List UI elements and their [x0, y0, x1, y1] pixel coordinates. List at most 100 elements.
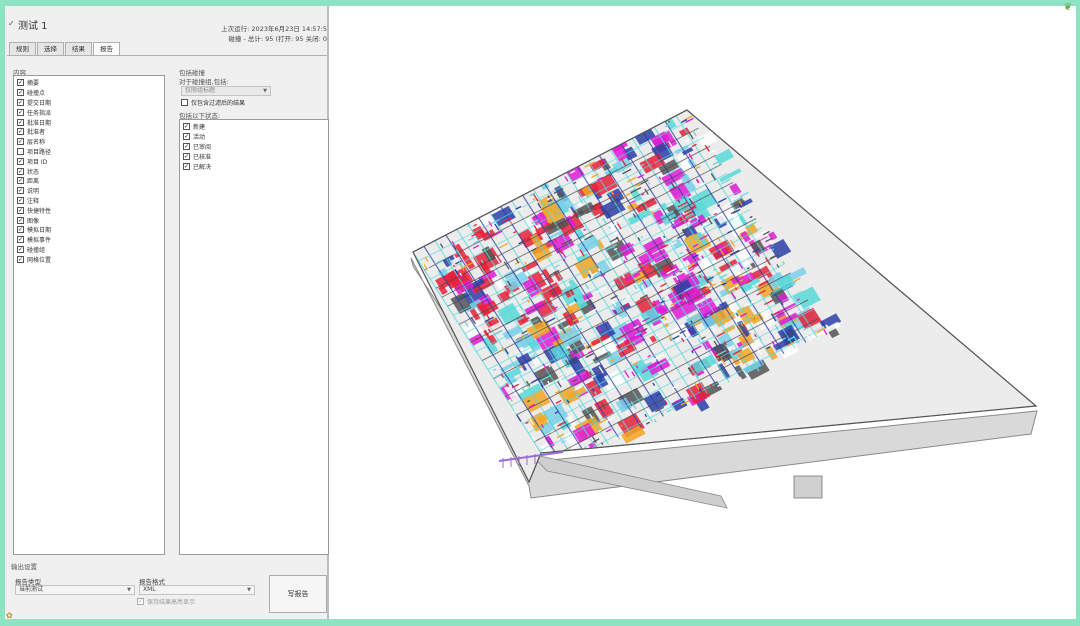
checkbox-row[interactable]: 项目路径: [17, 147, 51, 157]
checkbox-row[interactable]: ✓ 批准者: [17, 127, 51, 137]
checkbox[interactable]: [17, 147, 24, 155]
clash-group-dropdown[interactable]: 仅限组标题 ▼: [181, 86, 271, 96]
checkbox-row[interactable]: ✓ 模拟事件: [17, 235, 51, 245]
checkbox-row[interactable]: ✓ 摘要: [17, 78, 51, 88]
checkbox-row[interactable]: ✓ 提交日期: [17, 98, 51, 108]
checkbox-row[interactable]: ✓ 任务指派: [17, 107, 51, 117]
tab-report[interactable]: 报告: [93, 42, 120, 56]
checkbox[interactable]: ✓: [17, 98, 24, 106]
checkbox[interactable]: ✓: [17, 138, 24, 146]
checkbox[interactable]: ✓: [17, 226, 24, 234]
write-report-button[interactable]: 写报告: [269, 575, 327, 613]
tab-rules[interactable]: 规则: [9, 42, 36, 55]
checkbox[interactable]: ✓: [17, 79, 24, 87]
checkbox-row[interactable]: ✓ 图像: [17, 215, 51, 225]
checkbox-label: 碰撞组: [27, 246, 46, 254]
checkbox-label: 注释: [27, 197, 40, 205]
checkbox[interactable]: ✓: [183, 133, 190, 141]
checkbox[interactable]: ✓: [17, 196, 24, 204]
checkbox[interactable]: ✓: [17, 89, 24, 97]
chevron-down-icon: ▼: [263, 88, 267, 94]
model-element: [588, 206, 591, 209]
checkbox-row[interactable]: ✓ 快捷特性: [17, 205, 51, 215]
keep-highlight-checkbox[interactable]: ✓: [137, 598, 144, 605]
checkbox-label: 已核准: [193, 153, 212, 161]
model-element: [652, 304, 655, 307]
checkbox-label: 任务指派: [27, 109, 52, 117]
checkbox-label: 已审阅: [193, 143, 212, 151]
report-type-dropdown[interactable]: 当前测试 ▼: [15, 585, 135, 595]
screen-frame: ✓ 测试 1 上次运行: 2023年6月23日 14:57:5 碰撞 - 总计:…: [5, 6, 1076, 619]
checkbox-label: 项目路径: [27, 148, 52, 156]
collapse-chevron-icon[interactable]: ✓: [8, 19, 15, 28]
checkbox[interactable]: ✓: [17, 108, 24, 116]
checkbox-row[interactable]: ✓ 批准日期: [17, 117, 51, 127]
test-title: 测试 1: [18, 21, 48, 32]
checkbox[interactable]: ✓: [17, 128, 24, 136]
checkbox-row[interactable]: ✓ 层名称: [17, 137, 51, 147]
output-settings-label: 输出设置: [11, 563, 37, 571]
checkbox[interactable]: ✓: [17, 177, 24, 185]
model-element: [667, 120, 671, 123]
status-list[interactable]: ✓ 新建 ✓ 活动 ✓ 已审阅 ✓ 已核准 ✓ 已解决: [179, 119, 329, 555]
checkbox-row[interactable]: ✓ 注释: [17, 196, 51, 206]
checkbox-row[interactable]: ✓ 状态: [17, 166, 51, 176]
checkbox-label: 提交日期: [27, 99, 52, 107]
checkbox-row[interactable]: ✓ 活动: [183, 132, 211, 142]
tab-select[interactable]: 选择: [37, 42, 64, 55]
checkbox-row[interactable]: ✓ 网格位置: [17, 254, 51, 264]
model-viewport[interactable]: [331, 6, 1076, 619]
output-settings: 输出设置 报告类型 当前测试 ▼ 报告格式 XML ▼ ✓ 保持结果高亮显示 写…: [7, 559, 327, 617]
checkbox-row[interactable]: ✓ 新建: [183, 122, 211, 132]
checkbox[interactable]: ✓: [183, 142, 190, 150]
model-element: [511, 384, 514, 387]
checkbox[interactable]: ✓: [17, 255, 24, 263]
checkbox-row[interactable]: ✓ 项目 ID: [17, 156, 51, 166]
checkbox[interactable]: ✓: [183, 162, 190, 170]
checkbox[interactable]: ✓: [183, 152, 190, 160]
checkbox-label: 新建: [193, 124, 206, 132]
only-filtered-option[interactable]: 仅包含过滤后的结果: [181, 98, 245, 107]
checkbox-row[interactable]: ✓ 已核准: [183, 151, 211, 161]
checkbox-label: 活动: [193, 134, 206, 142]
checkbox[interactable]: ✓: [183, 123, 190, 131]
watermark-flower-icon: ✿: [6, 611, 13, 619]
checkbox-label: 模拟事件: [27, 237, 52, 245]
model-element: [609, 174, 612, 177]
checkbox[interactable]: ✓: [17, 167, 24, 175]
model-element: [620, 424, 623, 427]
tab-results[interactable]: 结果: [65, 42, 92, 55]
checkbox-row[interactable]: ✓ 碰撞组: [17, 245, 51, 255]
checkbox[interactable]: ✓: [17, 236, 24, 244]
checkbox-label: 说明: [27, 188, 40, 196]
checkbox[interactable]: ✓: [17, 245, 24, 253]
model-element: [538, 246, 541, 249]
model-element: [547, 346, 550, 350]
checkbox-row[interactable]: ✓ 说明: [17, 186, 51, 196]
checkbox-row[interactable]: ✓ 距离: [17, 176, 51, 186]
checkbox[interactable]: ✓: [17, 157, 24, 165]
report-format-dropdown[interactable]: XML ▼: [139, 585, 255, 595]
for-groups-label: 对于碰撞组,包括:: [179, 78, 229, 86]
checkbox-label: 项目 ID: [27, 158, 48, 166]
checkbox[interactable]: ✓: [17, 187, 24, 195]
checkbox-row[interactable]: ✓ 模拟日期: [17, 225, 51, 235]
chevron-down-icon: ▼: [247, 587, 251, 593]
checkbox-row[interactable]: ✓ 已审阅: [183, 142, 211, 152]
checkbox-label: 状态: [27, 168, 40, 176]
checkbox[interactable]: ✓: [17, 206, 24, 214]
only-filtered-checkbox[interactable]: [181, 99, 188, 106]
checkbox-row[interactable]: ✓ 碰撞点: [17, 88, 51, 98]
checkbox-label: 批准日期: [27, 119, 52, 127]
bim-model-view[interactable]: [331, 6, 1076, 619]
model-element: [551, 221, 554, 225]
checkbox-label: 碰撞点: [27, 90, 46, 98]
checkbox[interactable]: ✓: [17, 216, 24, 224]
model-element: [767, 247, 770, 250]
contents-list[interactable]: ✓ 摘要 ✓ 碰撞点 ✓ 提交日期 ✓ 任务指派 ✓ 批准日期 ✓ 批准者 ✓ 层名称 项目路径 ✓ 项目 ID…: [13, 75, 165, 555]
keep-highlight-option[interactable]: ✓ 保持结果高亮显示: [137, 597, 195, 606]
checkbox[interactable]: ✓: [17, 118, 24, 126]
checkbox-label: 模拟日期: [27, 227, 52, 235]
checkbox-label: 摘要: [27, 80, 40, 88]
checkbox-row[interactable]: ✓ 已解决: [183, 161, 211, 171]
